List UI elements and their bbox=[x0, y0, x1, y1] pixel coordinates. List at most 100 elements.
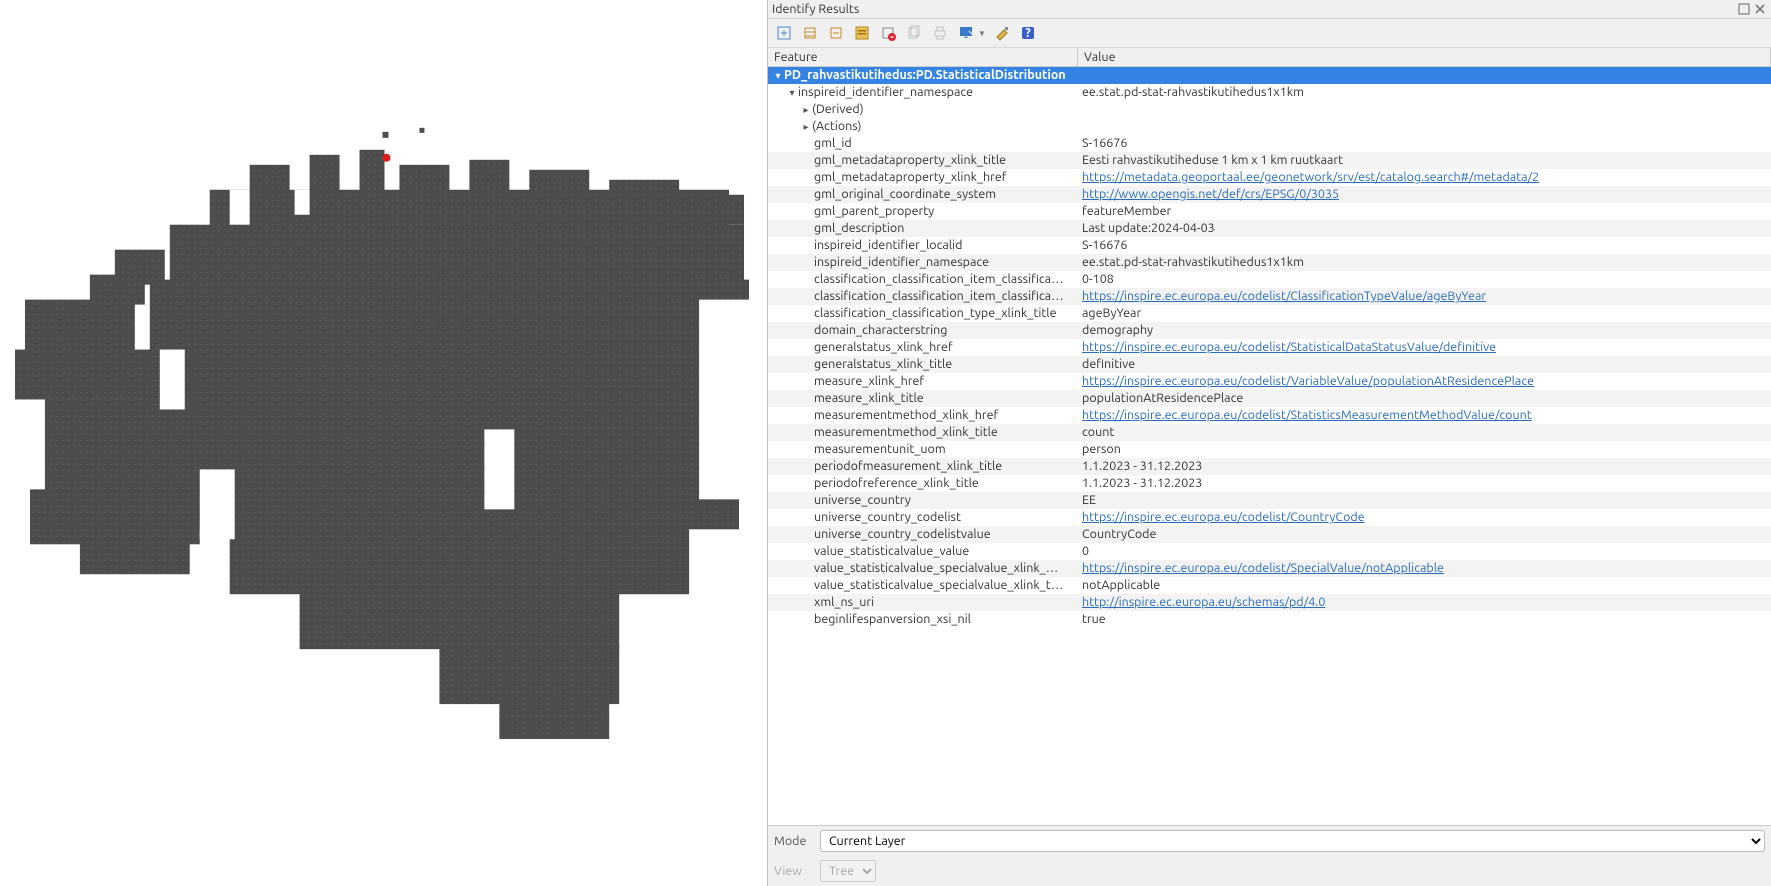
attribute-row[interactable]: classification_classification_type_xlink… bbox=[768, 305, 1771, 322]
attribute-row[interactable]: beginlifespanversion_xsi_niltrue bbox=[768, 611, 1771, 628]
close-icon[interactable] bbox=[1753, 2, 1767, 16]
attribute-value: ee.stat.pd-stat-rahvastikutihedus1x1km bbox=[1082, 255, 1304, 269]
dropdown-caret-icon[interactable]: ▼ bbox=[978, 29, 986, 38]
attribute-row[interactable]: value_statisticalvalue_value 0 bbox=[768, 543, 1771, 560]
undock-icon[interactable] bbox=[1737, 2, 1751, 16]
tree-layer-label: PD_rahvastikutihedus:PD.StatisticalDistr… bbox=[784, 68, 1066, 82]
attribute-row[interactable]: measurementunit_uomperson bbox=[768, 441, 1771, 458]
results-tree[interactable]: Feature Value ▾PD_rahvastikutihedus:PD.S… bbox=[768, 48, 1771, 825]
attribute-row[interactable]: domain_characterstringdemography bbox=[768, 322, 1771, 339]
attribute-row[interactable]: value_statisticalvalue_specialvalue_xlin… bbox=[768, 577, 1771, 594]
attribute-row[interactable]: measurementmethod_xlink_titlecount bbox=[768, 424, 1771, 441]
attribute-row[interactable]: universe_country_codelistvalueCountryCod… bbox=[768, 526, 1771, 543]
print-icon bbox=[930, 23, 950, 43]
attribute-value-link[interactable]: https://inspire.ec.europa.eu/codelist/Va… bbox=[1082, 374, 1534, 388]
attribute-key: value_statisticalvalue_specialvalue_xlin… bbox=[814, 578, 1063, 592]
tree-actions-row[interactable]: ▸(Actions) bbox=[768, 118, 1771, 135]
tree-feature-value: ee.stat.pd-stat-rahvastikutihedus1x1km bbox=[1082, 85, 1304, 99]
attribute-value-link[interactable]: https://inspire.ec.europa.eu/codelist/Co… bbox=[1082, 510, 1365, 524]
column-header-feature[interactable]: Feature bbox=[768, 48, 1078, 66]
attribute-value: definitive bbox=[1082, 357, 1135, 371]
attribute-value-link[interactable]: http://inspire.ec.europa.eu/schemas/pd/4… bbox=[1082, 595, 1325, 609]
attribute-value-link[interactable]: https://inspire.ec.europa.eu/codelist/St… bbox=[1082, 408, 1532, 422]
options-icon[interactable] bbox=[992, 23, 1012, 43]
attribute-value: S-16676 bbox=[1082, 238, 1127, 252]
help-icon[interactable]: ? bbox=[1018, 23, 1038, 43]
attribute-key: classification_classification_type_xlink… bbox=[814, 306, 1056, 320]
tree-actions-label: (Actions) bbox=[812, 119, 861, 133]
attribute-key: inspireid_identifier_localid bbox=[814, 238, 962, 252]
identify-results-panel: Identify Results ▼ ? Feature Value ▾PD_r… bbox=[768, 0, 1771, 886]
attribute-row[interactable]: gml_metadataproperty_xlink_href https://m… bbox=[768, 169, 1771, 186]
attribute-key: periodofreference_xlink_title bbox=[814, 476, 979, 490]
attribute-key: periodofmeasurement_xlink_title bbox=[814, 459, 1002, 473]
attribute-value-link[interactable]: https://inspire.ec.europa.eu/codelist/Cl… bbox=[1082, 289, 1486, 303]
estonia-map-svg bbox=[0, 0, 767, 885]
tree-feature-row[interactable]: ▾inspireid_identifier_namespace ee.stat.… bbox=[768, 84, 1771, 101]
attribute-key: generalstatus_xlink_title bbox=[814, 357, 952, 371]
attribute-row[interactable]: measure_xlink_hrefhttps://inspire.ec.eur… bbox=[768, 373, 1771, 390]
column-header-value[interactable]: Value bbox=[1078, 48, 1771, 66]
attribute-value: EE bbox=[1082, 493, 1096, 507]
attribute-value-link[interactable]: http://www.opengis.net/def/crs/EPSG/0/30… bbox=[1082, 187, 1339, 201]
attribute-row[interactable]: gml_metadataproperty_xlink_titleEesti ra… bbox=[768, 152, 1771, 169]
attribute-row[interactable]: classification_classification_item_class… bbox=[768, 271, 1771, 288]
attribute-value-link[interactable]: https://inspire.ec.europa.eu/codelist/St… bbox=[1082, 340, 1496, 354]
attribute-key: xml_ns_uri bbox=[814, 595, 874, 609]
attribute-row[interactable]: periodofmeasurement_xlink_title1.1.2023 … bbox=[768, 458, 1771, 475]
attribute-key: gml_original_coordinate_system bbox=[814, 187, 996, 201]
attribute-value: 0 bbox=[1082, 544, 1089, 558]
attribute-row[interactable]: value_statisticalvalue_specialvalue_xlin… bbox=[768, 560, 1771, 577]
panel-footer: Mode Current Layer View Tree bbox=[768, 825, 1771, 886]
open-form-icon[interactable] bbox=[852, 23, 872, 43]
attribute-key: gml_parent_property bbox=[814, 204, 934, 218]
attribute-value: 0-108 bbox=[1082, 272, 1114, 286]
clear-results-icon[interactable] bbox=[878, 23, 898, 43]
attribute-value: count bbox=[1082, 425, 1114, 439]
attribute-row[interactable]: gml_original_coordinate_system http://www… bbox=[768, 186, 1771, 203]
attribute-key: measurementunit_uom bbox=[814, 442, 946, 456]
map-canvas[interactable] bbox=[0, 0, 768, 886]
mode-label: Mode bbox=[774, 834, 814, 848]
svg-text:?: ? bbox=[1025, 26, 1031, 40]
identify-settings-icon[interactable] bbox=[956, 23, 976, 43]
tree-feature-label: inspireid_identifier_namespace bbox=[798, 85, 973, 99]
identified-point-marker bbox=[382, 154, 390, 162]
attribute-value: populationAtResidencePlace bbox=[1082, 391, 1243, 405]
attribute-row[interactable]: measurementmethod_xlink_hrefhttps://insp… bbox=[768, 407, 1771, 424]
attribute-value: Eesti rahvastikutiheduse 1 km x 1 km ruu… bbox=[1082, 153, 1343, 167]
attribute-row[interactable]: gml_parent_property featureMember bbox=[768, 203, 1771, 220]
attribute-key: gml_description bbox=[814, 221, 904, 235]
attribute-key: domain_characterstring bbox=[814, 323, 947, 337]
attribute-value-link[interactable]: https://metadata.geoportaal.ee/geonetwor… bbox=[1082, 170, 1539, 184]
attribute-row[interactable]: measure_xlink_title populationAtResidence… bbox=[768, 390, 1771, 407]
attribute-row[interactable]: gml_descriptionLast update:2024-04-03 bbox=[768, 220, 1771, 237]
collapse-all-icon[interactable] bbox=[826, 23, 846, 43]
attribute-key: universe_country_codelist bbox=[814, 510, 961, 524]
tree-layer-row[interactable]: ▾PD_rahvastikutihedus:PD.StatisticalDist… bbox=[768, 67, 1771, 84]
attribute-row[interactable]: gml_idS-16676 bbox=[768, 135, 1771, 152]
attribute-key: value_statisticalvalue_value bbox=[814, 544, 969, 558]
attribute-row[interactable]: inspireid_identifier_localid S-16676 bbox=[768, 237, 1771, 254]
attribute-key: measure_xlink_title bbox=[814, 391, 924, 405]
attribute-row[interactable]: generalstatus_xlink_title definitive bbox=[768, 356, 1771, 373]
attribute-row[interactable]: xml_ns_uri http://inspire.ec.europa.eu/sc… bbox=[768, 594, 1771, 611]
attribute-value: featureMember bbox=[1082, 204, 1171, 218]
attribute-row[interactable]: universe_countryEE bbox=[768, 492, 1771, 509]
expand-all-icon[interactable] bbox=[800, 23, 820, 43]
attribute-row[interactable]: inspireid_identifier_namespaceee.stat.pd… bbox=[768, 254, 1771, 271]
panel-header: Identify Results bbox=[768, 0, 1771, 19]
copy-feature-icon bbox=[904, 23, 924, 43]
tree-derived-label: (Derived) bbox=[812, 102, 864, 116]
attribute-value-link[interactable]: https://inspire.ec.europa.eu/codelist/Sp… bbox=[1082, 561, 1444, 575]
attribute-row[interactable]: periodofreference_xlink_title 1.1.2023 - … bbox=[768, 475, 1771, 492]
attribute-row[interactable]: classification_classification_item_class… bbox=[768, 288, 1771, 305]
attribute-row[interactable]: generalstatus_xlink_hrefhttps://inspire.… bbox=[768, 339, 1771, 356]
attribute-row[interactable]: universe_country_codelist https://inspire… bbox=[768, 509, 1771, 526]
mode-select[interactable]: Current Layer bbox=[820, 830, 1765, 852]
attribute-key: gml_metadataproperty_xlink_href bbox=[814, 170, 1007, 184]
panel-title: Identify Results bbox=[772, 2, 859, 16]
tree-derived-row[interactable]: ▸(Derived) bbox=[768, 101, 1771, 118]
expand-new-results-icon[interactable] bbox=[774, 23, 794, 43]
attribute-value: 1.1.2023 - 31.12.2023 bbox=[1082, 476, 1202, 490]
